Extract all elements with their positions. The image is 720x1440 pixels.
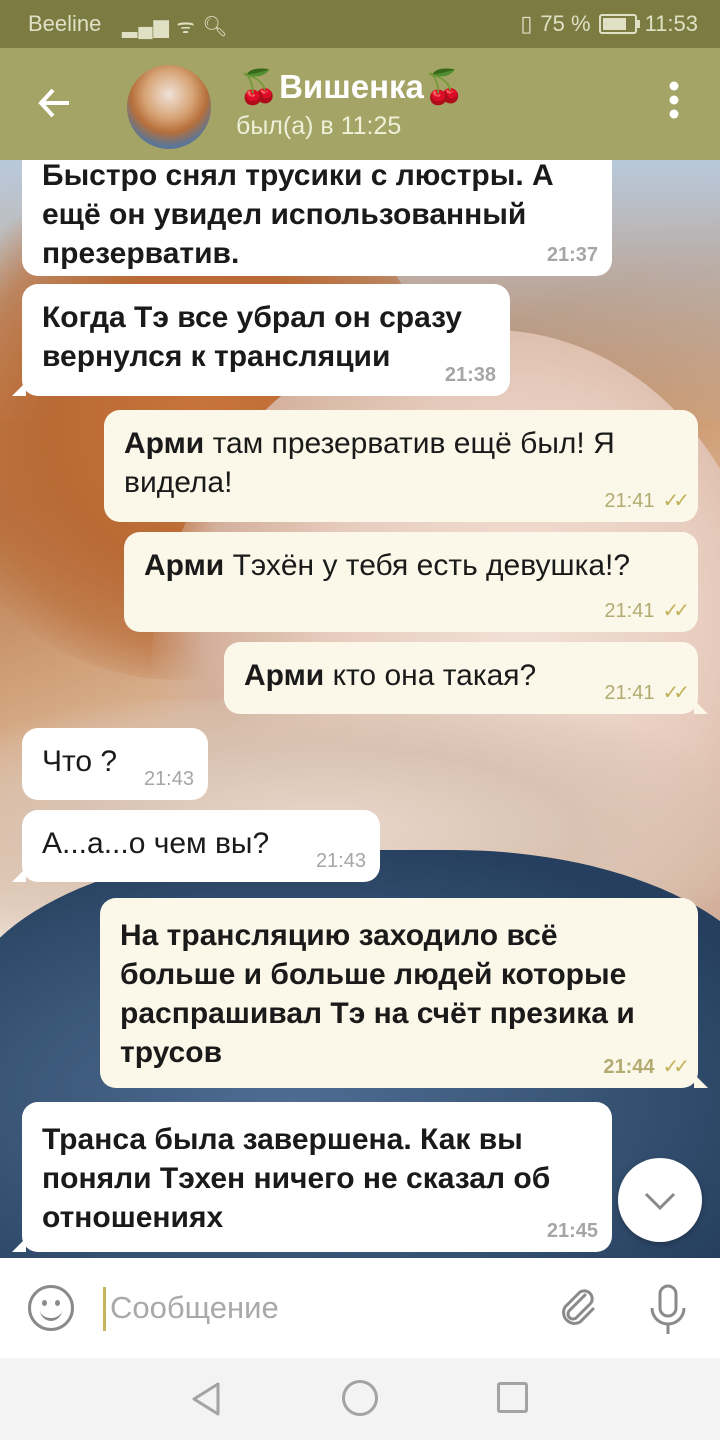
carrier-name: Beeline bbox=[28, 11, 102, 36]
message-text: Быстро снял трусики с люстры. А ещё он у… bbox=[42, 160, 554, 270]
message-time: 21:44 bbox=[603, 1056, 655, 1078]
message-text: Что ? bbox=[42, 745, 118, 778]
message-bubble[interactable]: Быстро снял трусики с люстры. А ещё он у… bbox=[22, 160, 612, 276]
vibrate-icon: ▯ bbox=[520, 11, 533, 36]
message-time: 21:45 bbox=[546, 1220, 598, 1242]
message-text: Когда Тэ все убрал он сразу вернулся к т… bbox=[42, 301, 462, 373]
message-text: Тэхён у тебя есть девушка!? bbox=[224, 549, 631, 582]
message-meta: 21:41 ✓✓ bbox=[604, 600, 689, 622]
message-text: А...а...о чем вы? bbox=[42, 827, 270, 860]
message-author: Арми bbox=[124, 427, 205, 460]
nav-recent-icon[interactable] bbox=[497, 1382, 528, 1413]
chat-screen: Beeline ▂▄▆ ᯤ 🔍︎ ▯ 75 % 11:53 🍒Вишенка🍒 … bbox=[0, 0, 720, 1440]
message-time: 21:43 bbox=[315, 850, 366, 872]
message-bubble[interactable]: Транса была завершена. Как вы поняли Тэх… bbox=[12, 1102, 612, 1252]
message-bubble[interactable]: А...а...о чем вы? 21:43 bbox=[12, 810, 380, 882]
message-time: 21:43 bbox=[143, 768, 194, 790]
avatar[interactable] bbox=[127, 65, 211, 149]
more-options-button[interactable] bbox=[654, 80, 694, 130]
nav-home-icon[interactable] bbox=[342, 1380, 378, 1416]
message-meta: 21:44 ✓✓ bbox=[603, 1056, 690, 1078]
message-author: Арми bbox=[244, 659, 325, 692]
battery-percent: 75 % bbox=[540, 11, 591, 36]
message-bubble[interactable]: Арми Тэхён у тебя есть девушка!? 21:41 ✓✓ bbox=[124, 532, 698, 632]
message-time: 21:37 bbox=[546, 244, 598, 266]
back-button[interactable] bbox=[30, 78, 80, 128]
arrow-left-icon bbox=[38, 88, 69, 118]
message-meta: 21:41 ✓✓ bbox=[604, 682, 689, 704]
message-composer bbox=[0, 1258, 720, 1358]
nav-back-icon[interactable] bbox=[188, 1381, 224, 1417]
message-time: 21:41 bbox=[604, 600, 655, 622]
message-text: На трансляцию заходило всё больше и боль… bbox=[120, 919, 635, 1069]
message-bubble[interactable]: На трансляцию заходило всё больше и боль… bbox=[100, 898, 708, 1088]
message-time: 21:41 bbox=[604, 682, 655, 704]
attach-button[interactable] bbox=[552, 1283, 602, 1333]
message-bubble[interactable]: Когда Тэ все убрал он сразу вернулся к т… bbox=[12, 284, 510, 396]
battery-icon bbox=[598, 14, 640, 34]
system-nav-bar bbox=[0, 1358, 720, 1440]
scroll-down-button[interactable] bbox=[618, 1158, 702, 1242]
message-author: Арми bbox=[144, 549, 225, 582]
status-bar: Beeline ▂▄▆ ᯤ 🔍︎ ▯ 75 % 11:53 bbox=[0, 0, 720, 48]
double-check-icon: ✓✓ bbox=[662, 1056, 689, 1078]
more-vertical-icon bbox=[669, 81, 679, 119]
microphone-icon bbox=[650, 1284, 686, 1334]
microphone-button[interactable] bbox=[644, 1282, 692, 1338]
double-check-icon: ✓✓ bbox=[662, 490, 689, 512]
emoji-icon-eye bbox=[55, 1300, 60, 1306]
message-bubble[interactable]: Арми там презерватив ещё был! Я видела! … bbox=[104, 410, 698, 522]
clock: 11:53 bbox=[644, 11, 698, 36]
message-input[interactable] bbox=[108, 1282, 532, 1334]
message-text: кто она такая? bbox=[324, 659, 537, 692]
message-bubble[interactable]: Арми кто она такая? 21:41 ✓✓ bbox=[224, 642, 708, 714]
battery-fill bbox=[602, 18, 626, 30]
emoji-button[interactable] bbox=[28, 1285, 74, 1331]
last-seen-status: был(а) в 11:25 bbox=[236, 112, 402, 140]
chat-header: 🍒Вишенка🍒 был(а) в 11:25 bbox=[0, 48, 720, 160]
message-time: 21:41 bbox=[604, 490, 655, 512]
chat-title[interactable]: 🍒Вишенка🍒 bbox=[238, 68, 465, 107]
message-time: 21:38 bbox=[444, 364, 496, 386]
status-right: ▯ 75 % 11:53 bbox=[520, 11, 698, 37]
message-text: Транса была завершена. Как вы поняли Тэх… bbox=[42, 1123, 551, 1234]
message-bubble[interactable]: Что ? 21:43 bbox=[22, 728, 208, 800]
message-list[interactable]: Быстро снял трусики с люстры. А ещё он у… bbox=[0, 160, 720, 1258]
text-caret bbox=[103, 1287, 106, 1331]
double-check-icon: ✓✓ bbox=[662, 682, 689, 704]
emoji-icon-eye bbox=[42, 1300, 47, 1306]
signal-icon: ▂▄▆ ᯤ 🔍︎ bbox=[122, 16, 229, 38]
emoji-icon-mouth bbox=[40, 1308, 62, 1321]
double-check-icon: ✓✓ bbox=[662, 600, 689, 622]
chevron-down-icon bbox=[644, 1192, 676, 1211]
paperclip-icon bbox=[562, 1289, 595, 1325]
message-meta: 21:41 ✓✓ bbox=[604, 490, 689, 512]
